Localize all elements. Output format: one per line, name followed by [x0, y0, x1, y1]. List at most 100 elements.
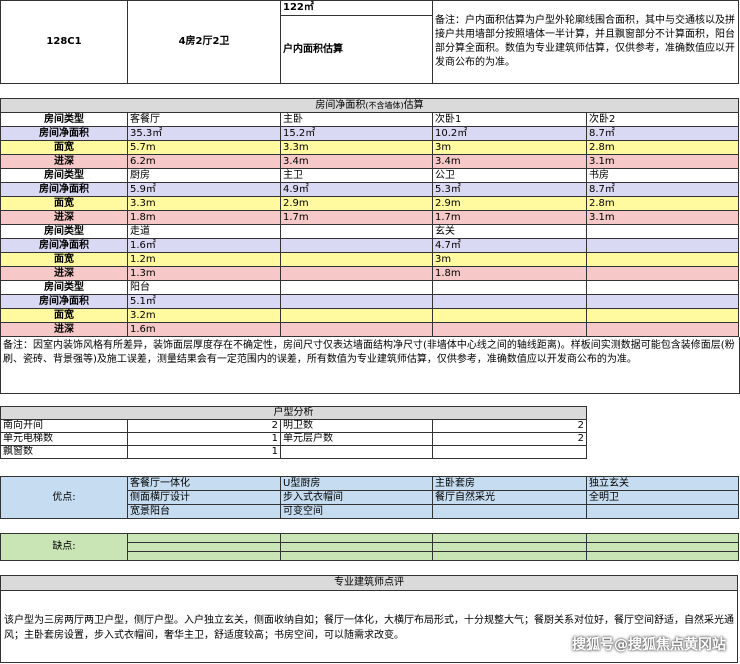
room-depth: 3.1m — [585, 210, 740, 225]
room-type — [585, 280, 740, 295]
room-depth: 3.1m — [585, 154, 740, 169]
pros-item: 主卧套房 — [432, 476, 587, 491]
room-area: 10.2㎡ — [432, 126, 587, 141]
analysis-r-label — [280, 445, 433, 459]
cons-cell — [432, 542, 587, 552]
room-type: 阳台 — [127, 280, 281, 295]
pros-item: 可变空间 — [280, 504, 433, 519]
rooms-row: 进深 6.2m 3.4m 3.4m 3.1m — [0, 154, 740, 169]
room-area: 1.6㎡ — [127, 238, 281, 253]
room-width: 2.8m — [585, 140, 740, 155]
room-depth: 3.4m — [280, 154, 433, 169]
room-type — [585, 224, 740, 239]
room-type: 客餐厅 — [127, 112, 281, 127]
cons-label: 缺点: — [0, 533, 128, 561]
cons-cell — [432, 551, 587, 561]
room-depth: 1.8m — [432, 266, 587, 281]
room-width: 1.2m — [127, 252, 281, 267]
cons-cell — [127, 533, 281, 543]
room-width — [585, 252, 740, 267]
rooms-row: 房间净面积 5.9㎡ 4.9㎡ 5.3㎡ 8.7㎡ — [0, 182, 740, 197]
room-depth — [280, 266, 433, 281]
room-width — [280, 308, 433, 323]
area-value: 122㎡ — [280, 0, 433, 16]
room-area: 4.7㎡ — [432, 238, 587, 253]
rooms-block: 房间净面积(不含墙体)估算 房间类型 客餐厅 主卧 次卧1 次卧2 房间净面积 35.3㎡ 1… — [0, 98, 740, 394]
pros-item: 餐厅自然采光 — [432, 490, 587, 505]
rooms-row-label: 进深 — [0, 154, 128, 169]
rooms-row-label: 房间类型 — [0, 168, 128, 183]
room-width: 2.9m — [432, 196, 587, 211]
rooms-row-label: 房间类型 — [0, 112, 128, 127]
rooms-row: 面宽 5.7m 3.3m 3m 2.8m — [0, 140, 740, 155]
cons-cell — [586, 533, 739, 543]
room-depth — [585, 266, 740, 281]
room-type: 公卫 — [432, 168, 587, 183]
room-depth: 1.7m — [280, 210, 433, 225]
room-type: 走道 — [127, 224, 281, 239]
analysis-row: 南向开间 2 明卫数 2 — [0, 419, 587, 433]
room-depth: 6.2m — [127, 154, 281, 169]
rooms-row-label: 房间净面积 — [0, 182, 128, 197]
cons-block: 缺点: — [0, 533, 739, 561]
rooms-row: 房间净面积 35.3㎡ 15.2㎡ 10.2㎡ 8.7㎡ — [0, 126, 740, 141]
rooms-row: 进深 1.3m 1.8m — [0, 266, 740, 281]
room-area: 8.7㎡ — [585, 126, 740, 141]
room-area: 4.9㎡ — [280, 182, 433, 197]
rooms-row-label: 进深 — [0, 210, 128, 225]
rooms-title-small: (不含墙体) — [365, 100, 404, 110]
cons-cell — [127, 551, 281, 561]
analysis-r-val — [432, 445, 587, 459]
room-depth — [585, 322, 740, 337]
room-type: 次卧1 — [432, 112, 587, 127]
room-depth: 1.3m — [127, 266, 281, 281]
room-area — [585, 238, 740, 253]
analysis-l-label: 南向开间 — [0, 419, 128, 433]
room-area: 8.7㎡ — [585, 182, 740, 197]
analysis-r-label: 明卫数 — [280, 419, 433, 433]
room-area: 5.9㎡ — [127, 182, 281, 197]
room-depth — [280, 322, 433, 337]
room-width: 3m — [432, 252, 587, 267]
pros-item: 步入式衣帽间 — [280, 490, 433, 505]
rooms-row: 进深 1.6m — [0, 322, 740, 337]
rooms-title: 房间净面积(不含墙体)估算 — [0, 98, 740, 113]
layout-type: 4房2厅2卫 — [127, 0, 281, 84]
room-depth: 1.6m — [127, 322, 281, 337]
room-type — [432, 280, 587, 295]
pros-item: 侧面横厅设计 — [127, 490, 281, 505]
cons-cell — [432, 533, 587, 543]
analysis-title: 户型分析 — [0, 406, 587, 420]
rooms-row: 面宽 3.3m 2.9m 2.9m 2.8m — [0, 196, 740, 211]
pros-item: 宽景阳台 — [127, 504, 281, 519]
rooms-row-label: 房间净面积 — [0, 238, 128, 253]
rooms-row-label: 面宽 — [0, 196, 128, 211]
room-depth — [432, 322, 587, 337]
area-label: 户内面积估算 — [280, 15, 433, 84]
analysis-row: 单元电梯数 1 单元层户数 2 — [0, 432, 587, 446]
pros-item: U型厨房 — [280, 476, 433, 491]
rooms-row: 面宽 3.2m — [0, 308, 740, 323]
rooms-row-label: 面宽 — [0, 252, 128, 267]
room-width: 5.7m — [127, 140, 281, 155]
rooms-row: 房间类型 阳台 — [0, 280, 740, 295]
room-width — [585, 308, 740, 323]
room-area — [280, 294, 433, 309]
analysis-r-label: 单元层户数 — [280, 432, 433, 446]
analysis-l-label: 飘窗数 — [0, 445, 128, 459]
rooms-title-tail: 估算 — [403, 99, 424, 111]
room-width: 3.3m — [127, 196, 281, 211]
room-type: 书房 — [585, 168, 740, 183]
rooms-row: 房间净面积 5.1㎡ — [0, 294, 740, 309]
room-area — [280, 238, 433, 253]
room-type — [280, 280, 433, 295]
room-area: 5.1㎡ — [127, 294, 281, 309]
room-width: 2.9m — [280, 196, 433, 211]
pros-row: 优点: 客餐厅一体化 U型厨房 主卧套房 独立玄关 — [0, 476, 739, 519]
room-area — [585, 294, 740, 309]
room-type — [280, 224, 433, 239]
rooms-row-label: 房间类型 — [0, 280, 128, 295]
room-width — [432, 308, 587, 323]
pros-item — [586, 504, 739, 519]
rooms-row-label: 房间类型 — [0, 224, 128, 239]
